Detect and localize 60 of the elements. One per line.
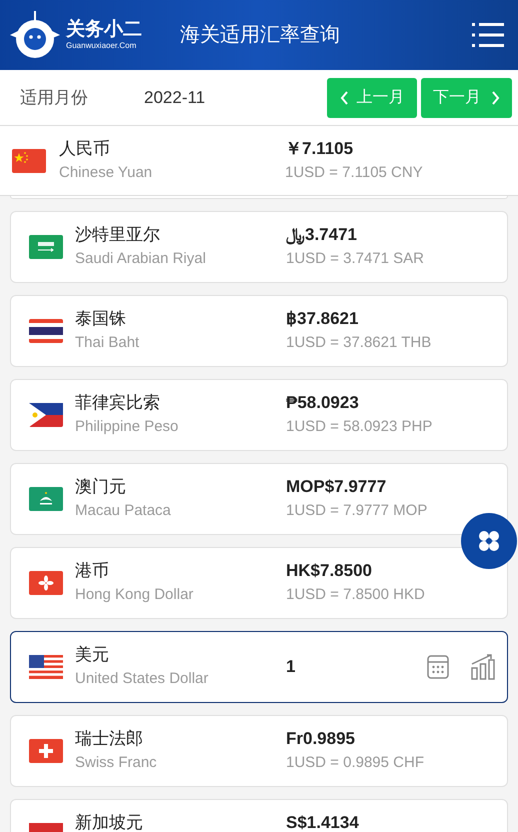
currency-english-name: Hong Kong Dollar [75, 585, 194, 605]
currency-card[interactable]: 港币 Hong Kong Dollar HK$7.8500 1USD = 7.8500 HKD [10, 547, 508, 619]
flag-icon [29, 571, 63, 595]
currency-amount: MOP$7.9777 [286, 476, 388, 498]
flag-icon [29, 739, 63, 763]
exchange-rate: 1USD = 7.9777 MOP [286, 501, 428, 521]
currency-english-name: Thai Baht [75, 333, 140, 353]
menu-icon[interactable] [472, 22, 504, 48]
exchange-rate: 1USD = 7.8500 HKD [286, 585, 426, 605]
currency-amount: ฿37.8621 [286, 308, 360, 330]
currency-english-name: Philippine Peso [75, 417, 180, 437]
currency-name: 沙特里亚尔 [75, 224, 161, 246]
currency-english-name: Swiss Franc [75, 753, 158, 773]
currency-card[interactable]: 澳门元 Macau Pataca MOP$7.9777 1USD = 7.9777 MOP [10, 463, 508, 535]
page-title: 海关适用汇率查询 [180, 23, 341, 48]
exchange-rate: 1USD = 7.1105 CNY [285, 163, 424, 183]
calendar-icon[interactable] [427, 655, 449, 679]
chevron-left-icon [340, 90, 348, 104]
currency-name: 菲律宾比索 [75, 392, 161, 414]
currency-card[interactable]: 瑞士法郎 Swiss Franc Fr0.9895 1USD = 0.9895 CHF [10, 715, 508, 787]
exchange-rate: 1USD = 37.8621 THB [286, 333, 432, 353]
currency-card[interactable]: 新加坡元 S$1.4134 [10, 799, 508, 832]
currency-card[interactable]: 美元 United States Dollar 1 [10, 631, 508, 703]
month-label: 适用月份 [20, 86, 89, 109]
currency-amount: HK$7.8500 [286, 560, 374, 582]
currency-card[interactable]: 菲律宾比索 Philippine Peso ₱58.0923 1USD = 58.0923 PHP [10, 379, 508, 451]
currency-english-name: Saudi Arabian Riyal [75, 249, 207, 269]
flag-icon [29, 235, 63, 259]
currency-name: 澳门元 [75, 476, 127, 498]
currency-card[interactable]: 泰国铢 Thai Baht ฿37.8621 1USD = 37.8621 THB [10, 295, 508, 367]
bar-chart-icon[interactable] [471, 654, 495, 680]
flag-icon [29, 319, 63, 343]
currency-amount: S$1.4134 [286, 812, 360, 832]
currency-amount: ￥7.1105 [285, 138, 354, 160]
currency-english-name: Chinese Yuan [59, 163, 154, 183]
flag-icon [29, 487, 63, 511]
clover-icon [477, 529, 501, 553]
exchange-rate: 1USD = 3.7471 SAR [286, 249, 425, 269]
logo-text: 关务小二 [66, 19, 142, 41]
flag-icon [29, 655, 63, 679]
flag-icon [29, 403, 63, 427]
currency-amount: 1 [286, 656, 296, 678]
currency-english-name: United States Dollar [75, 669, 210, 689]
month-value: 2022-11 [144, 86, 206, 109]
currency-name: 泰国铢 [75, 308, 127, 330]
currency-name: 瑞士法郎 [75, 728, 144, 750]
chevron-right-icon [491, 90, 500, 104]
currency-name: 新加坡元 [75, 812, 144, 832]
currency-amount: Fr0.9895 [286, 728, 356, 750]
currency-name: 美元 [75, 644, 110, 666]
logo-domain: Guanwuxiaoer.Com [66, 41, 138, 51]
exchange-rate: 1USD = 58.0923 PHP [286, 417, 434, 437]
currency-amount: ﷼3.7471 [286, 224, 358, 247]
currency-name: 港币 [75, 560, 110, 582]
currency-amount: ₱58.0923 [286, 392, 360, 414]
logo[interactable]: 关务小二 Guanwuxiaoer.Com [6, 9, 166, 61]
currency-name: 人民币 [59, 138, 111, 160]
currency-english-name: Macau Pataca [75, 501, 172, 521]
flag-icon [12, 148, 46, 172]
exchange-rate: 1USD = 0.9895 CHF [286, 753, 425, 773]
